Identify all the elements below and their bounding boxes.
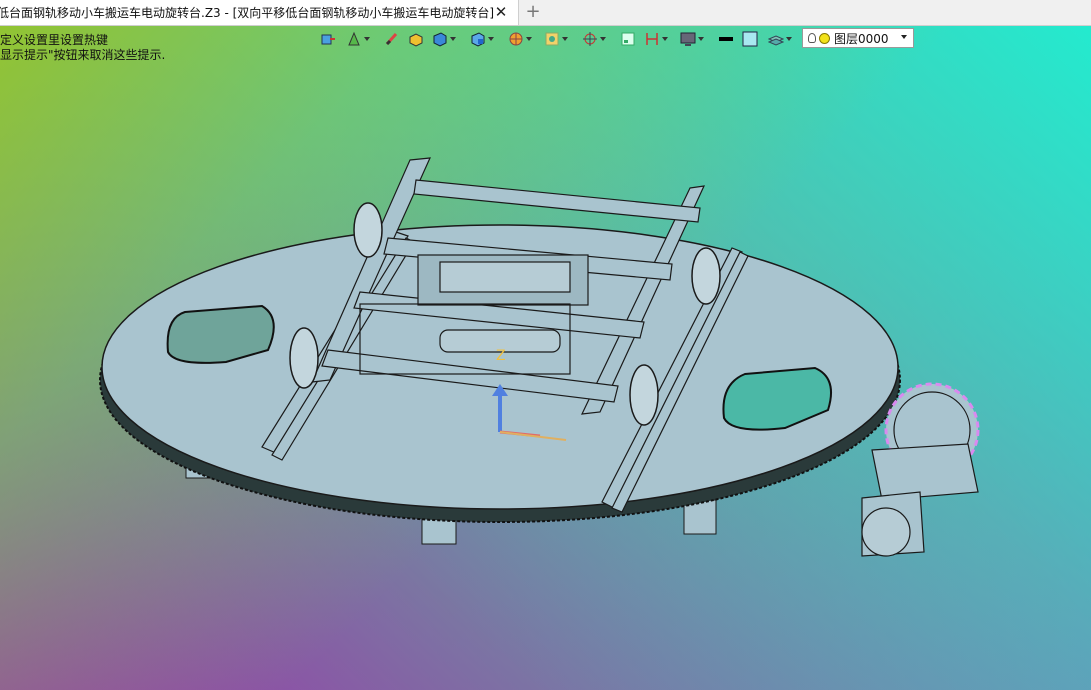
standard-views-icon[interactable]: [470, 28, 494, 50]
plus-icon[interactable]: +: [524, 2, 542, 22]
layers-icon[interactable]: [768, 28, 792, 50]
snap-target-icon[interactable]: [582, 28, 606, 50]
document-tab[interactable]: 低台面钢轨移动小车搬运车电动旋转台.Z3 - [双向平移低台面钢轨移动小车搬运车…: [0, 0, 519, 25]
line-color-swatch[interactable]: [718, 28, 734, 50]
triad-z-label: Z: [496, 348, 506, 364]
document-tab-bar: 低台面钢轨移动小车搬运车电动旋转台.Z3 - [双向平移低台面钢轨移动小车搬运车…: [0, 0, 1091, 26]
lightbulb-icon[interactable]: [808, 33, 816, 43]
color-pick-icon[interactable]: [346, 28, 370, 50]
document-tab-title: 低台面钢轨移动小车搬运车电动旋转台.Z3 - [双向平移低台面钢轨移动小车搬运车…: [0, 6, 494, 20]
view-cube-icon[interactable]: [432, 28, 456, 50]
frame-icon[interactable]: [620, 28, 636, 50]
chevron-down-icon[interactable]: [901, 35, 907, 39]
insert-part-icon[interactable]: [320, 28, 336, 50]
display-monitor-icon[interactable]: [680, 28, 704, 50]
brush-icon[interactable]: [384, 28, 400, 50]
layer-dropdown[interactable]: 图层0000: [802, 28, 914, 48]
fill-color-swatch[interactable]: [742, 28, 758, 50]
layer-name: 图层0000: [834, 31, 889, 46]
dimension-icon[interactable]: [644, 28, 668, 50]
hint-line-2: 显示提示"按钮来取消这些提示.: [0, 48, 166, 62]
3d-model-view[interactable]: Z: [0, 0, 1091, 690]
render-mode-icon[interactable]: [508, 28, 532, 50]
layer-visible-icon[interactable]: [819, 32, 830, 44]
close-icon[interactable]: ✕: [493, 4, 509, 20]
filter-icon[interactable]: [544, 28, 568, 50]
solid-block-icon[interactable]: [408, 28, 424, 50]
